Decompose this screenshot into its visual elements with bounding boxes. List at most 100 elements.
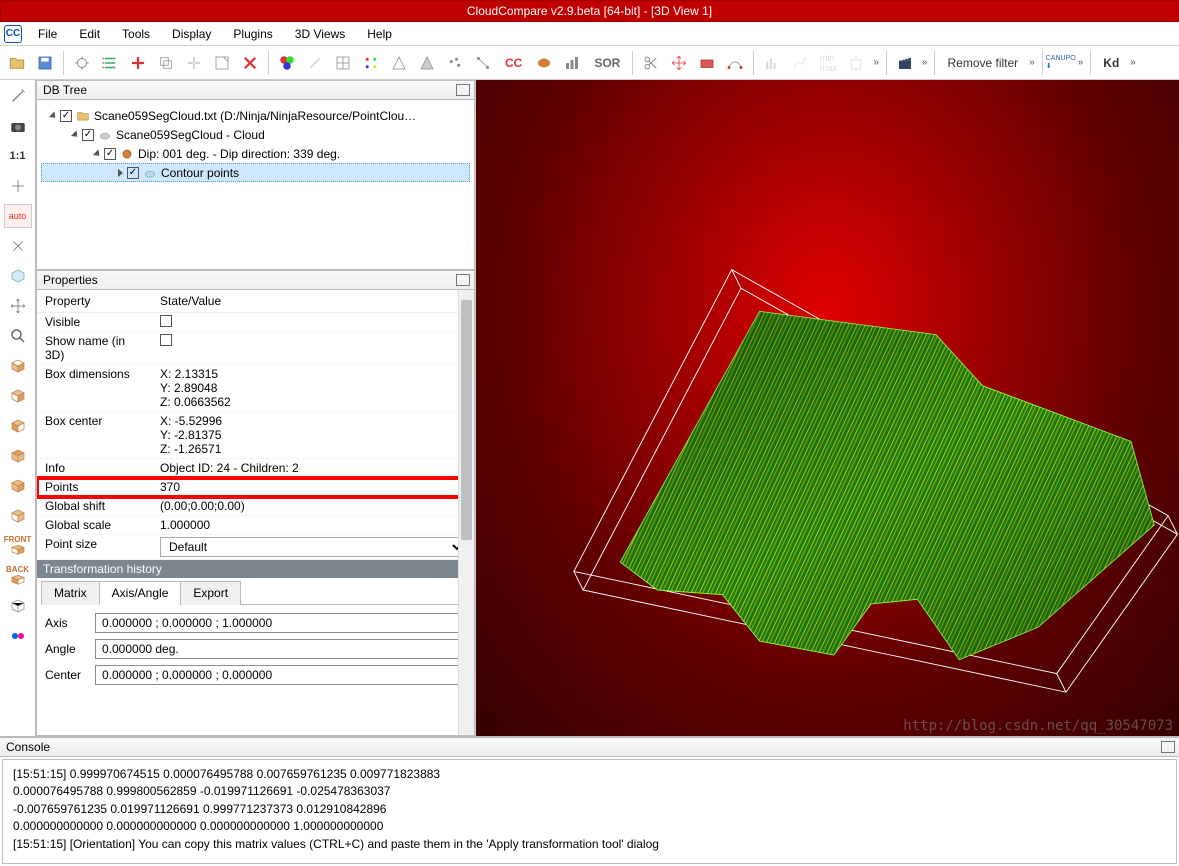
canupo-icon[interactable]: CANUPO⬇ xyxy=(1048,50,1074,76)
tree-item[interactable]: ✓Scane059SegCloud - Cloud xyxy=(41,125,470,144)
center-icon[interactable] xyxy=(4,174,32,198)
tree-expand-icon[interactable] xyxy=(93,149,102,158)
minmax-icon[interactable]: minmax xyxy=(815,50,841,76)
colors-icon[interactable] xyxy=(274,50,300,76)
restore-icon[interactable] xyxy=(456,84,470,96)
wand-icon[interactable] xyxy=(4,84,32,108)
menu-tools[interactable]: Tools xyxy=(112,24,160,44)
property-checkbox[interactable] xyxy=(160,315,172,327)
blob-icon[interactable] xyxy=(531,50,557,76)
iso1-icon[interactable] xyxy=(4,264,32,288)
histogram-icon[interactable] xyxy=(759,50,785,76)
property-key: Global scale xyxy=(37,516,152,535)
view-front-label[interactable]: FRONT xyxy=(4,534,32,558)
auto-pick-icon[interactable]: auto xyxy=(4,204,32,228)
trace-icon[interactable] xyxy=(722,50,748,76)
view-side-icon[interactable] xyxy=(4,414,32,438)
tab-matrix[interactable]: Matrix xyxy=(41,581,100,605)
tree-expand-icon[interactable] xyxy=(49,111,58,120)
save-icon[interactable] xyxy=(32,50,58,76)
property-checkbox[interactable] xyxy=(160,334,172,346)
scissors-icon[interactable] xyxy=(638,50,664,76)
subsample-icon[interactable] xyxy=(209,50,235,76)
cc-label-icon[interactable]: CC xyxy=(498,50,529,76)
toolbar-more-3[interactable]: » xyxy=(1027,57,1037,68)
properties-header[interactable]: Properties xyxy=(36,270,475,290)
menu-file[interactable]: File xyxy=(28,24,67,44)
tree-expand-icon[interactable] xyxy=(118,169,123,177)
view-bottom-icon[interactable] xyxy=(4,444,32,468)
menu-help[interactable]: Help xyxy=(357,24,402,44)
rotate-icon[interactable] xyxy=(4,234,32,258)
properties-scrollbar[interactable] xyxy=(458,290,474,735)
move-icon[interactable] xyxy=(4,294,32,318)
scalar-icon[interactable] xyxy=(358,50,384,76)
clapper-icon[interactable] xyxy=(892,50,918,76)
tree-checkbox[interactable]: ✓ xyxy=(82,129,94,141)
camera-icon[interactable] xyxy=(4,114,32,138)
3d-viewport[interactable]: http://blog.csdn.net/qq_30547073 xyxy=(476,80,1179,736)
point-size-select[interactable]: Default xyxy=(160,537,466,557)
dbtree-header[interactable]: DB Tree xyxy=(36,80,475,100)
remove-filter-button[interactable]: Remove filter xyxy=(940,50,1025,76)
col-property: Property xyxy=(37,290,152,313)
console-output[interactable]: [15:51:15] 0.999970674515 0.000076495788… xyxy=(2,759,1177,864)
iso2-icon[interactable] xyxy=(4,594,32,618)
octree-icon[interactable] xyxy=(330,50,356,76)
db-tree[interactable]: ✓Scane059SegCloud.txt (D:/Ninja/NinjaRes… xyxy=(36,100,475,270)
menu-3dviews[interactable]: 3D Views xyxy=(285,24,355,44)
stats-icon[interactable] xyxy=(559,50,585,76)
view-front-icon[interactable] xyxy=(4,384,32,408)
kd-button[interactable]: Kd xyxy=(1096,50,1126,76)
view-back-side-icon[interactable] xyxy=(4,474,32,498)
add-point-icon[interactable] xyxy=(125,50,151,76)
center-input[interactable] xyxy=(95,665,466,685)
toolbar-more-1[interactable]: » xyxy=(871,57,881,68)
tree-checkbox[interactable]: ✓ xyxy=(104,148,116,160)
segment-icon[interactable] xyxy=(694,50,720,76)
menu-display[interactable]: Display xyxy=(162,24,221,44)
menu-edit[interactable]: Edit xyxy=(69,24,110,44)
graph-icon[interactable] xyxy=(787,50,813,76)
view-left-icon[interactable] xyxy=(4,504,32,528)
normals-icon[interactable] xyxy=(302,50,328,76)
list-icon[interactable] xyxy=(97,50,123,76)
open-icon[interactable] xyxy=(4,50,30,76)
restore-icon[interactable] xyxy=(456,274,470,286)
toolbar-more-2[interactable]: » xyxy=(920,57,930,68)
zoom-icon[interactable] xyxy=(4,324,32,348)
tree-checkbox[interactable]: ✓ xyxy=(127,167,139,179)
tab-export[interactable]: Export xyxy=(180,581,241,605)
sample-icon[interactable] xyxy=(414,50,440,76)
view-back-label[interactable]: BACK xyxy=(4,564,32,588)
toolbar-more-4[interactable]: » xyxy=(1076,57,1086,68)
view-top-icon[interactable] xyxy=(4,354,32,378)
tree-item[interactable]: ✓Scane059SegCloud.txt (D:/Ninja/NinjaRes… xyxy=(41,106,470,125)
axis-input[interactable] xyxy=(95,613,466,633)
tree-expand-icon[interactable] xyxy=(71,130,80,139)
restore-icon[interactable] xyxy=(1161,741,1175,753)
crop-icon[interactable] xyxy=(442,50,468,76)
connect-icon[interactable] xyxy=(470,50,496,76)
pick-icon[interactable] xyxy=(69,50,95,76)
menu-plugins[interactable]: Plugins xyxy=(223,24,282,44)
trash-icon[interactable] xyxy=(843,50,869,76)
console-header[interactable]: Console xyxy=(0,737,1179,757)
property-row: Box dimensionsX: 2.13315Y: 2.89048Z: 0.0… xyxy=(37,365,474,412)
tab-axis-angle[interactable]: Axis/Angle xyxy=(99,581,182,605)
translate-icon[interactable] xyxy=(666,50,692,76)
one-to-one-button[interactable]: 1:1 xyxy=(4,144,32,168)
property-row: Global scale1.000000 xyxy=(37,516,474,535)
properties-panel: Property State/Value VisibleShow name (i… xyxy=(36,290,475,736)
delete-icon[interactable] xyxy=(237,50,263,76)
tree-item[interactable]: ✓Dip: 001 deg. - Dip direction: 339 deg. xyxy=(41,144,470,163)
clone-icon[interactable] xyxy=(153,50,179,76)
tree-checkbox[interactable]: ✓ xyxy=(60,110,72,122)
angle-input[interactable] xyxy=(95,639,466,659)
flickr-icon[interactable] xyxy=(4,624,32,648)
tree-item[interactable]: ✓Contour points xyxy=(41,163,470,182)
merge-icon[interactable] xyxy=(181,50,207,76)
sor-button[interactable]: SOR xyxy=(587,50,627,76)
toolbar-more-5[interactable]: » xyxy=(1128,57,1138,68)
mesh-icon[interactable] xyxy=(386,50,412,76)
